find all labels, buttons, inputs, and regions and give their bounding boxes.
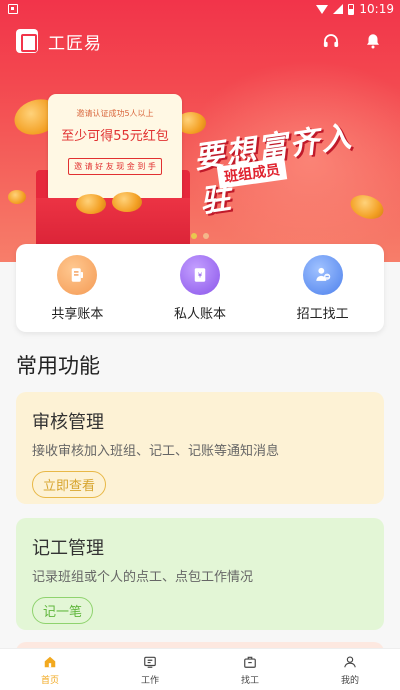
signal-icon	[333, 4, 344, 14]
find-job-icon	[242, 654, 258, 670]
profile-icon	[342, 654, 358, 670]
status-bar: 10:19	[0, 0, 400, 18]
app-header: 工匠易	[0, 24, 400, 58]
nav-label: 首页	[40, 675, 59, 686]
promo-slogan: 要想富齐入驻 班组成员	[192, 112, 386, 219]
ledger-icon	[57, 254, 98, 295]
carousel-dot[interactable]	[203, 233, 209, 239]
work-icon	[142, 654, 158, 670]
section-title: 常用功能	[16, 354, 100, 378]
quick-nav-label: 招工找工	[296, 306, 349, 322]
bottom-nav: 首页 工作 找工 我的	[0, 648, 400, 690]
quick-nav-label: 共享账本	[51, 306, 104, 322]
carousel-dot-active[interactable]	[191, 233, 197, 239]
invite-condition-text: 邀请认证成功5人以上	[76, 109, 154, 118]
wallet-book-icon: ¥	[179, 254, 220, 295]
nav-tab-home[interactable]: 首页	[0, 649, 100, 690]
nav-label: 我的	[340, 675, 359, 686]
promo-carousel[interactable]: 邀请认证成功5人以上 至少可得55元红包 邀 请 好 友 现 金 到 手 要想富…	[0, 60, 400, 252]
nav-tab-work[interactable]: 工作	[100, 649, 200, 690]
quick-nav-card: 共享账本 ¥ 私人账本 招工找工	[16, 244, 384, 332]
quick-nav-private-ledger[interactable]: ¥ 私人账本	[150, 254, 250, 322]
feature-description: 记录班组或个人的点工、点包工作情况	[32, 570, 254, 585]
bell-icon[interactable]	[362, 30, 384, 52]
quick-nav-label: 私人账本	[173, 306, 226, 322]
feature-title: 审核管理	[32, 412, 104, 433]
app-name: 工匠易	[48, 33, 102, 54]
invite-letter: 邀请认证成功5人以上 至少可得55元红包 邀 请 好 友 现 金 到 手	[48, 94, 182, 204]
sim-card-icon	[8, 4, 18, 14]
svg-text:¥: ¥	[198, 271, 203, 279]
headset-icon[interactable]	[320, 30, 342, 52]
view-now-button[interactable]: 立即查看	[32, 471, 107, 498]
quick-nav-job-market[interactable]: 招工找工	[273, 254, 373, 322]
hero-banner-background: 10:19 工匠易 邀请认证成功5人以上 至少可得55元红包 邀 请 好 友 现…	[0, 0, 400, 262]
work-record-card[interactable]: 记工管理 记录班组或个人的点工、点包工作情况 记一笔	[16, 518, 384, 630]
quick-nav-shared-ledger[interactable]: 共享账本	[27, 254, 127, 322]
worker-search-icon	[302, 254, 343, 295]
carousel-indicator	[0, 233, 400, 239]
wifi-icon	[316, 4, 329, 14]
nav-label: 工作	[140, 675, 159, 686]
nav-tab-profile[interactable]: 我的	[300, 649, 400, 690]
feature-description: 接收审核加入班组、记工、记账等通知消息	[32, 444, 280, 459]
reward-amount-text: 至少可得55元红包	[61, 129, 169, 144]
nav-label: 找工	[240, 675, 259, 686]
record-entry-button[interactable]: 记一笔	[32, 597, 94, 624]
invite-friends-tag: 邀 请 好 友 现 金 到 手	[68, 158, 162, 175]
feature-title: 记工管理	[32, 538, 104, 559]
nav-tab-find-job[interactable]: 找工	[200, 649, 300, 690]
gold-coin-decoration	[112, 192, 142, 212]
home-icon	[42, 654, 58, 670]
status-time: 10:19	[359, 2, 394, 16]
battery-icon	[348, 3, 355, 15]
gold-coin-decoration	[76, 194, 106, 214]
gold-coin-decoration	[8, 190, 26, 204]
review-management-card[interactable]: 审核管理 接收审核加入班组、记工、记账等通知消息 立即查看	[16, 392, 384, 504]
app-logo-icon	[16, 29, 38, 53]
home-screen: 10:19 工匠易 邀请认证成功5人以上 至少可得55元红包 邀 请 好 友 现…	[0, 0, 400, 690]
